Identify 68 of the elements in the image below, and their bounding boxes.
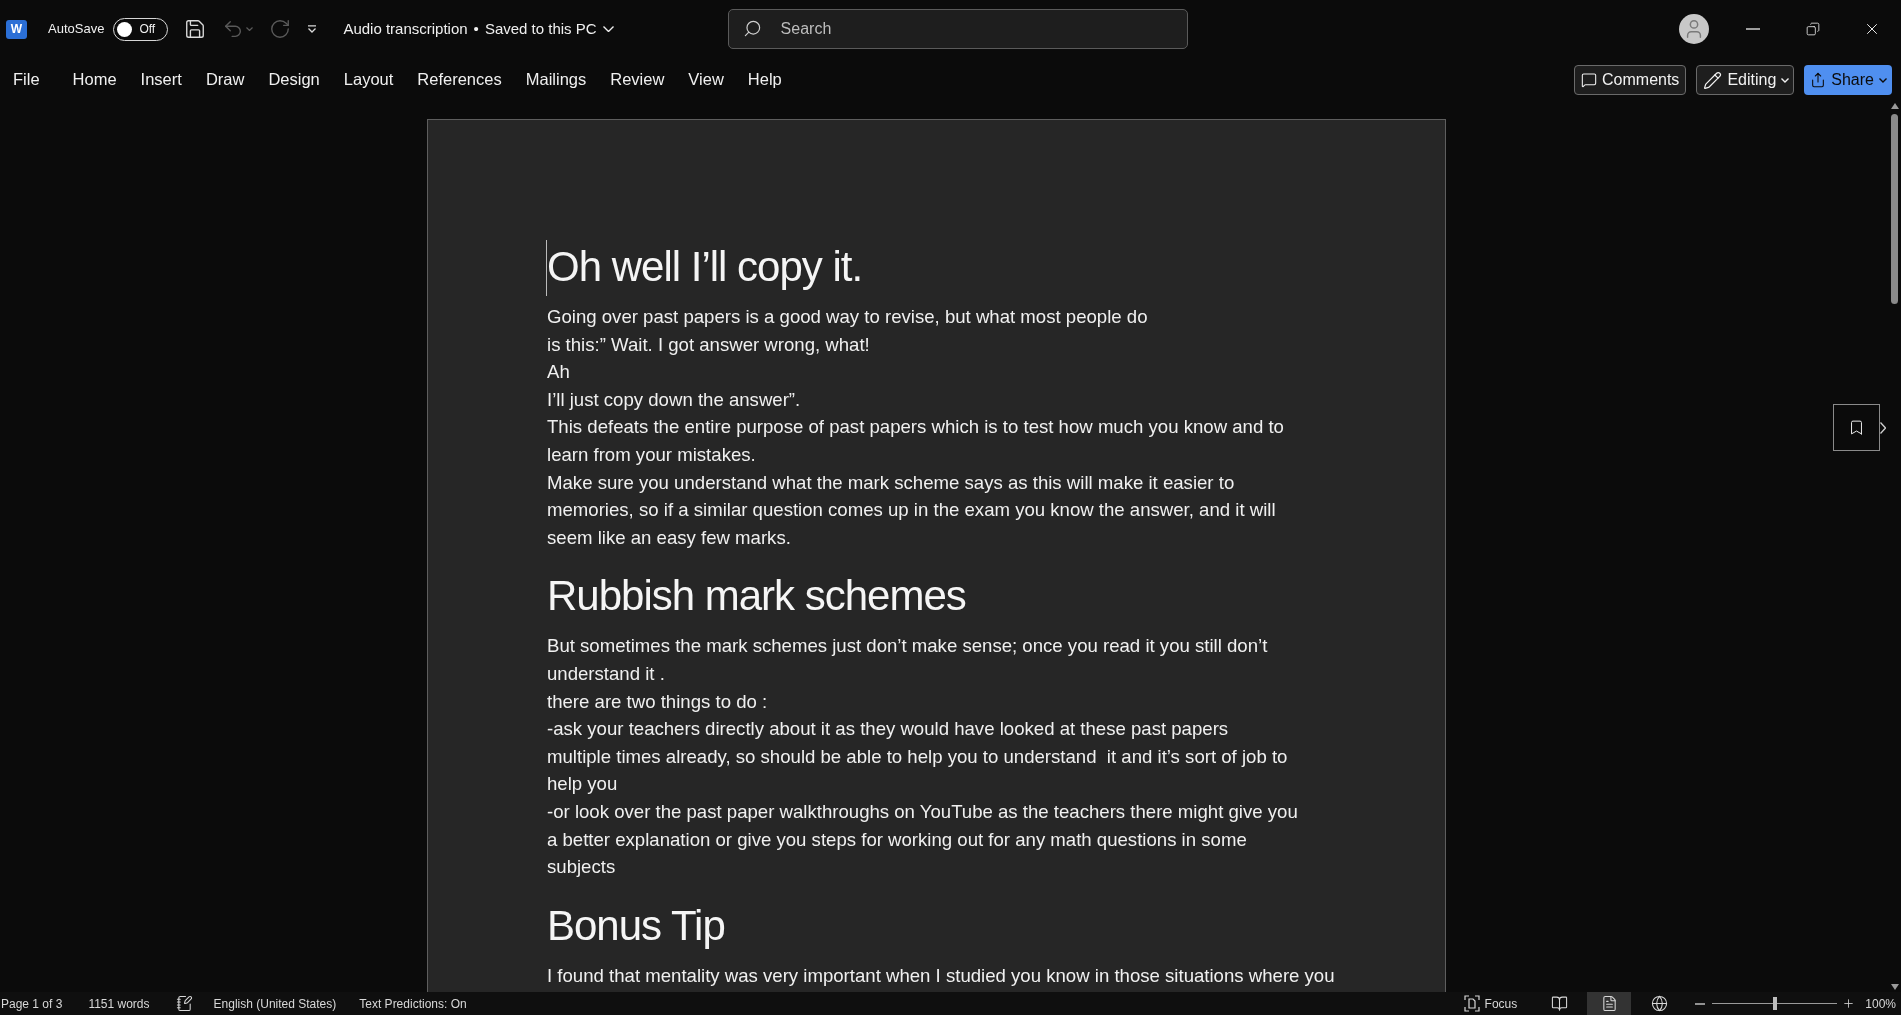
print-layout-button[interactable] [1587, 992, 1632, 1015]
heading: Rubbish mark schemes [547, 571, 966, 622]
app-logo: W [6, 19, 27, 39]
ribbon-tab[interactable]: File [13, 64, 40, 94]
paragraph: -or look over the past paper walkthroughs on YouTube as the teachers there might give you a better explanation or give you steps for working out for any math questions in some subjects [547, 799, 1298, 880]
proofing-icon[interactable] [175, 995, 193, 1012]
ribbon-tab[interactable]: References [417, 64, 502, 94]
chevron-right-icon[interactable] [1880, 421, 1886, 434]
paragraph: -ask your teachers directly about it as they would have looked at these past papers multiple times already, so should be able to help you to understand it and it’s sort of job to help you [547, 717, 1288, 797]
comments-button[interactable]: Comments [1574, 65, 1687, 95]
caret-icon [307, 25, 318, 33]
page-icon [1600, 995, 1618, 1012]
ribbon-tab[interactable]: Review [610, 64, 665, 94]
heading: Oh well I’ll copy it. [547, 242, 863, 292]
comment-icon [1581, 72, 1597, 88]
zoom-out-icon[interactable] [1695, 1002, 1706, 1005]
bookmark-icon [1848, 419, 1865, 436]
zoom-in-icon[interactable] [1842, 997, 1856, 1010]
paragraph: there are two things to do : [547, 689, 768, 714]
ribbon-tab[interactable]: Draw [205, 64, 245, 94]
ribbon-tab[interactable]: Insert [140, 64, 182, 94]
document-title[interactable]: Audio transcription • Saved to this PC [343, 14, 614, 44]
caret-icon [246, 27, 254, 31]
search-field[interactable]: Search [727, 9, 1188, 49]
bookmark-button[interactable] [1833, 404, 1880, 451]
autosave-label: AutoSave [48, 20, 105, 39]
redo-icon [269, 18, 292, 40]
paragraph: I’ll just copy down the answer”. [547, 387, 801, 412]
paragraph: Going over past papers is a good way to revise, but what most people do [547, 305, 1148, 329]
editing-button[interactable]: Editing [1696, 65, 1795, 95]
focus-icon [1463, 995, 1480, 1012]
paragraph: I found that mentality was very important when I studied you know in those situations where you [547, 963, 1335, 988]
minimize-icon [1746, 28, 1760, 30]
heading: Bonus Tip [547, 900, 725, 951]
text-cursor [546, 240, 547, 296]
share-icon [1810, 72, 1827, 88]
text-predictions-status[interactable]: Text Predictions: On [359, 994, 467, 1013]
avatar-icon[interactable] [1679, 14, 1709, 44]
ribbon-tab[interactable]: Layout [343, 64, 394, 94]
focus-button[interactable]: Focus [1463, 992, 1518, 1015]
globe-icon [1650, 995, 1668, 1012]
ribbon-tab[interactable]: Home [72, 64, 117, 94]
caret-icon [602, 26, 614, 32]
caret-icon [1781, 77, 1790, 83]
paragraph: Ah [547, 360, 570, 385]
paragraph: is this:” Wait. I got answer wrong, what! [547, 332, 870, 357]
page-count[interactable]: Page 1 of 3 [0, 994, 63, 1013]
restore-icon [1806, 22, 1820, 36]
search-icon [742, 19, 762, 38]
share-button[interactable]: Share [1804, 65, 1892, 95]
paragraph: Make sure you understand what the mark scheme says as this will make it easier to memories, so if a similar question comes up in the exam you know the answer, and it will seem like an easy few marks. [547, 470, 1276, 550]
zoom-slider-thumb[interactable] [1772, 997, 1777, 1010]
paragraph: But sometimes the mark schemes just don’t make sense; once you read it you still don’t understand it . [547, 634, 1268, 686]
scroll-down-icon[interactable] [1890, 984, 1899, 990]
ribbon-tab[interactable]: View [688, 64, 724, 94]
word-count[interactable]: 1151 words [88, 994, 150, 1013]
ribbon-tab[interactable]: Mailings [525, 64, 587, 94]
scroll-up-icon[interactable] [1890, 103, 1899, 109]
ribbon-tab[interactable]: Design [268, 64, 320, 94]
save-icon [184, 18, 207, 40]
scrollbar-thumb[interactable] [1891, 114, 1898, 304]
pencil-icon [1703, 70, 1723, 90]
paragraph: This defeats the entire purpose of past papers which is to test how much you know and to learn from your mistakes. [547, 415, 1284, 467]
book-icon [1550, 995, 1568, 1012]
language-status[interactable]: English (United States) [213, 994, 337, 1013]
caret-icon [1879, 77, 1887, 83]
zoom-level[interactable]: 100% [1865, 994, 1896, 1013]
ribbon-tab[interactable]: Help [747, 64, 782, 94]
